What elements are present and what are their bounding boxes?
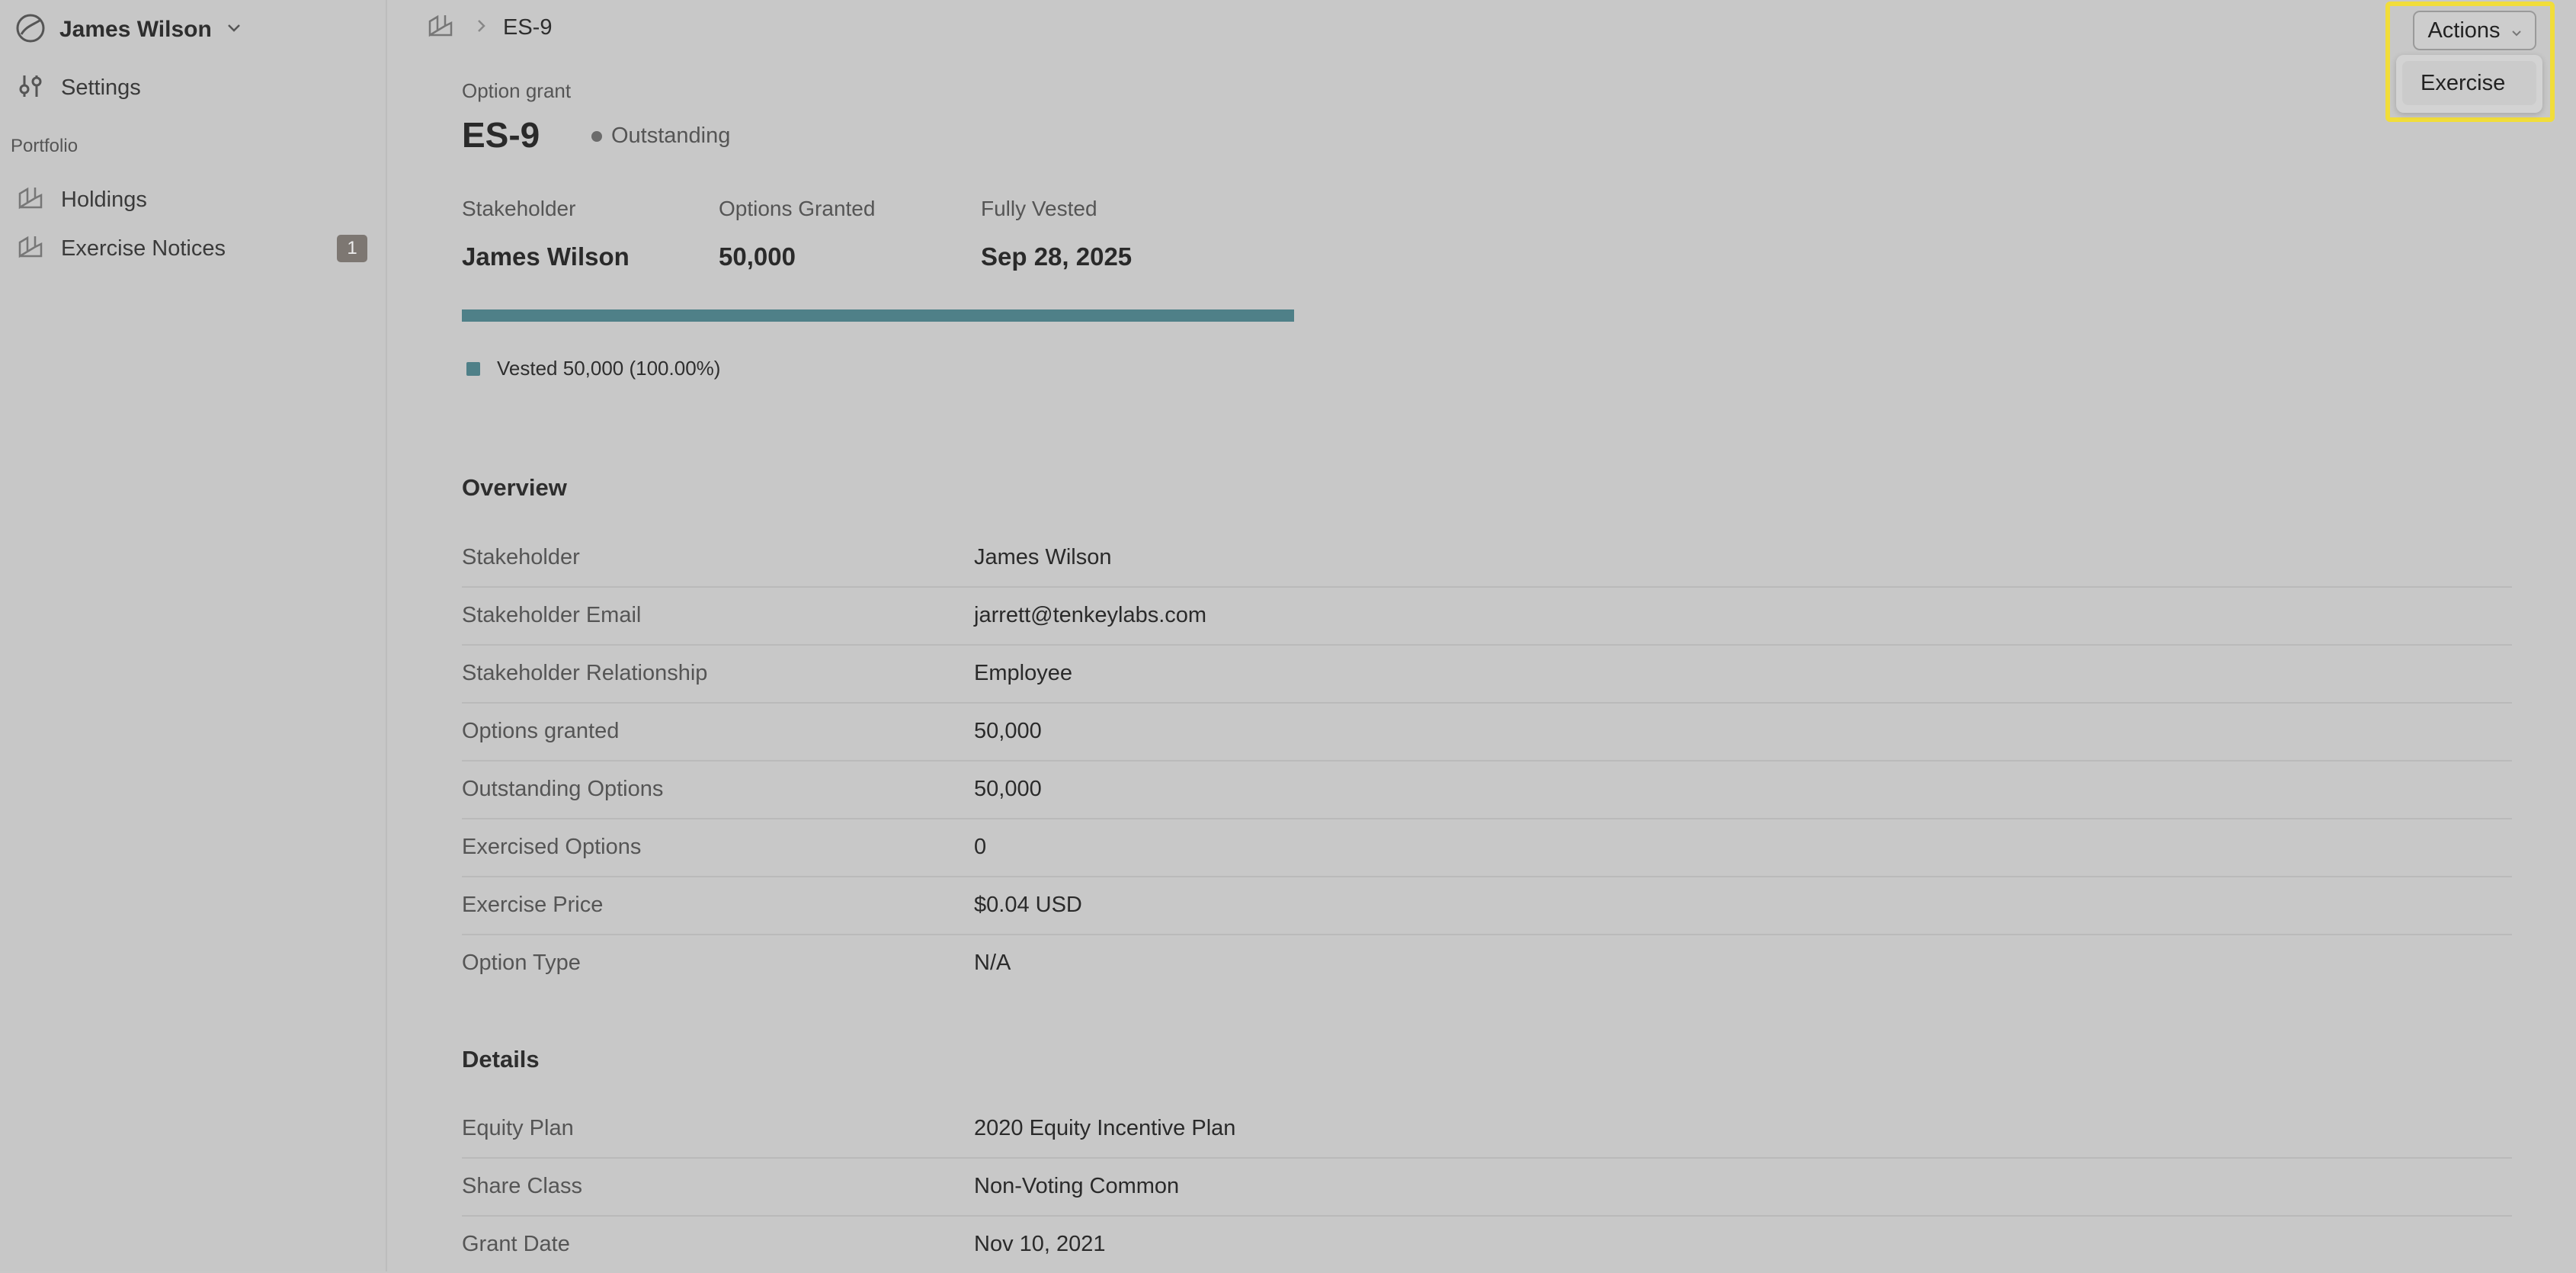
sliders-icon: [17, 72, 44, 104]
breadcrumb-current: ES-9: [503, 14, 553, 40]
avatar-icon: [15, 13, 46, 47]
row-key: Stakeholder Email: [462, 603, 642, 627]
chevron-down-icon: [2511, 18, 2522, 43]
stat-label: Stakeholder: [462, 197, 576, 220]
settings-label: Settings: [61, 75, 141, 100]
stat-value: 50,000: [719, 242, 796, 271]
table-row: Option Type N/A: [462, 935, 2512, 992]
exercise-notices-icon: [17, 233, 44, 265]
stat-value: Sep 28, 2025: [981, 242, 1133, 271]
actions-menu: Exercise: [2396, 55, 2542, 113]
row-key: Option Type: [462, 951, 581, 975]
row-value: jarrett@tenkeylabs.com: [974, 603, 1207, 627]
row-value: Non-Voting Common: [974, 1174, 1180, 1198]
table-row: Grant Date Nov 10, 2021: [462, 1217, 2512, 1273]
table-row: Exercise Price $0.04 USD: [462, 877, 2512, 935]
actions-button[interactable]: Actions: [2413, 11, 2536, 50]
chevron-right-icon: [477, 19, 486, 37]
table-row: Stakeholder James Wilson: [462, 530, 2512, 588]
sidebar-item-holdings[interactable]: Holdings: [17, 180, 367, 220]
actions-label: Actions: [2427, 18, 2501, 43]
table-row: Options granted 50,000: [462, 704, 2512, 762]
sidebar-item-label: Exercise Notices: [61, 236, 226, 261]
row-key: Stakeholder Relationship: [462, 661, 708, 685]
table-row: Stakeholder Relationship Employee: [462, 646, 2512, 704]
row-value: 50,000: [974, 777, 1042, 801]
status-dot-icon: [591, 130, 602, 142]
chevron-down-icon: [227, 23, 241, 37]
table-row: Share Class Non-Voting Common: [462, 1159, 2512, 1217]
section-label-portfolio: Portfolio: [11, 136, 78, 156]
table-row: Exercised Options 0: [462, 819, 2512, 877]
row-value: James Wilson: [974, 545, 1112, 569]
stat-value: James Wilson: [462, 242, 630, 271]
row-value: $0.04 USD: [974, 893, 1082, 917]
row-key: Exercised Options: [462, 835, 642, 859]
sidebar: James Wilson Settings Portfolio Holdings…: [0, 0, 387, 1271]
stat-options-granted: Options Granted 50,000: [719, 197, 875, 271]
details-table: Equity Plan 2020 Equity Incentive Plan Sh…: [462, 1101, 2512, 1273]
table-row: Outstanding Options 50,000: [462, 762, 2512, 819]
row-value: Employee: [974, 661, 1072, 685]
status-label: Outstanding: [611, 123, 731, 148]
status-badge: Outstanding: [591, 123, 730, 149]
row-key: Outstanding Options: [462, 777, 664, 801]
sidebar-item-label: Holdings: [61, 187, 147, 212]
row-key: Stakeholder: [462, 545, 580, 569]
legend-label: Vested 50,000 (100.00%): [497, 357, 721, 380]
stat-stakeholder: Stakeholder James Wilson: [462, 197, 630, 271]
legend-swatch: [466, 361, 480, 376]
menu-item-exercise[interactable]: Exercise: [2402, 61, 2536, 105]
row-value: Nov 10, 2021: [974, 1232, 1106, 1256]
row-key: Share Class: [462, 1174, 582, 1198]
table-row: Equity Plan 2020 Equity Incentive Plan: [462, 1101, 2512, 1159]
sidebar-item-settings[interactable]: Settings: [17, 69, 141, 107]
row-value: 0: [974, 835, 987, 859]
stat-fully-vested: Fully Vested Sep 28, 2025: [981, 197, 1132, 271]
row-key: Options granted: [462, 719, 620, 743]
section-title-details: Details: [462, 1046, 540, 1073]
table-row: Stakeholder Email jarrett@tenkeylabs.com: [462, 588, 2512, 646]
home-icon[interactable]: [427, 12, 454, 43]
row-value: 50,000: [974, 719, 1042, 743]
row-key: Equity Plan: [462, 1116, 574, 1140]
vesting-progress-bar: [462, 309, 1294, 322]
page-title: ES-9: [462, 115, 540, 155]
row-key: Grant Date: [462, 1232, 570, 1256]
actions-highlight: Actions Exercise: [2385, 2, 2555, 122]
row-value: 2020 Equity Incentive Plan: [974, 1116, 1236, 1140]
breadcrumb: ES-9: [427, 11, 552, 44]
holdings-icon: [17, 184, 44, 216]
vesting-progress-fill: [462, 309, 1294, 322]
user-name: James Wilson: [59, 17, 212, 42]
row-key: Exercise Price: [462, 893, 604, 917]
overview-table: Stakeholder James Wilson Stakeholder Emai…: [462, 530, 2512, 992]
stat-label: Fully Vested: [981, 197, 1097, 220]
stat-label: Options Granted: [719, 197, 876, 220]
section-title-overview: Overview: [462, 474, 567, 501]
user-menu[interactable]: James Wilson: [15, 11, 241, 49]
sidebar-item-exercise-notices[interactable]: Exercise Notices 1: [17, 229, 367, 268]
vesting-legend: Vested 50,000 (100.00%): [466, 357, 720, 380]
page-kicker: Option grant: [462, 79, 572, 102]
row-value: N/A: [974, 951, 1011, 975]
count-badge: 1: [337, 235, 367, 262]
